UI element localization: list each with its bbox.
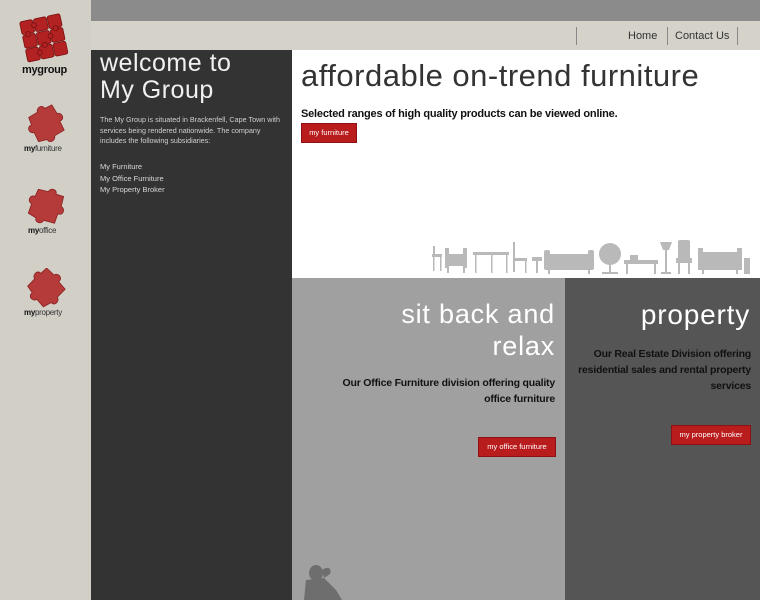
hero-panel: affordable on-trend furniture Selected r… xyxy=(292,50,760,278)
subsidiary-links: My Furniture My Office Furniture My Prop… xyxy=(100,161,165,196)
puzzle-piece-icon xyxy=(27,188,65,224)
sidebar-item-label: myoffice xyxy=(28,226,57,235)
nav-divider xyxy=(576,27,577,45)
link-my-furniture[interactable]: My Furniture xyxy=(100,161,165,173)
welcome-intro: The My Group is situated in Brackenfell,… xyxy=(100,115,281,145)
relaxing-man-silhouette xyxy=(304,565,342,600)
welcome-panel: welcome to My Group The My Group is situ… xyxy=(91,50,292,600)
nav-divider xyxy=(737,27,738,45)
sidebar: mygroup myfurniture myoffice myproperty xyxy=(0,0,91,600)
property-heading: property xyxy=(640,299,750,330)
logo-wordmark: mygroup xyxy=(22,64,67,76)
office-heading: sit back and relax xyxy=(401,299,555,361)
sidebar-item-label: myproperty xyxy=(24,308,62,317)
hero-tagline: Selected ranges of high quality products… xyxy=(301,108,618,120)
sidebar-item-label: myfurniture xyxy=(24,144,62,153)
header-bar xyxy=(91,0,760,21)
furniture-silhouette-graphic xyxy=(432,240,750,274)
nav-divider xyxy=(667,27,668,45)
main-nav: Home Contact Us xyxy=(91,21,760,50)
sidebar-item-property[interactable]: myproperty xyxy=(20,268,72,330)
link-my-office-furniture[interactable]: My Office Furniture xyxy=(100,173,165,185)
hero-heading: affordable on-trend furniture xyxy=(301,58,700,93)
puzzle-piece-icon xyxy=(27,268,66,308)
my-property-broker-button[interactable]: my property broker xyxy=(671,425,751,445)
my-office-furniture-button[interactable]: my office furniture xyxy=(478,437,556,457)
property-description: Our Real Estate Division offering reside… xyxy=(578,348,751,392)
property-panel: property Our Real Estate Division offeri… xyxy=(565,278,760,600)
sidebar-item-office[interactable]: myoffice xyxy=(20,186,72,248)
nav-contact-link[interactable]: Contact Us xyxy=(675,26,729,46)
office-furniture-panel: sit back and relax Our Office Furniture … xyxy=(292,278,565,600)
link-my-property-broker[interactable]: My Property Broker xyxy=(100,184,165,196)
nav-home-link[interactable]: Home xyxy=(628,26,657,46)
sidebar-item-furniture[interactable]: myfurniture xyxy=(20,104,72,166)
welcome-heading: welcome to My Group xyxy=(100,49,232,104)
my-furniture-button[interactable]: my furniture xyxy=(301,123,357,143)
office-description: Our Office Furniture division offering q… xyxy=(342,377,556,405)
puzzle-piece-icon xyxy=(28,104,65,143)
